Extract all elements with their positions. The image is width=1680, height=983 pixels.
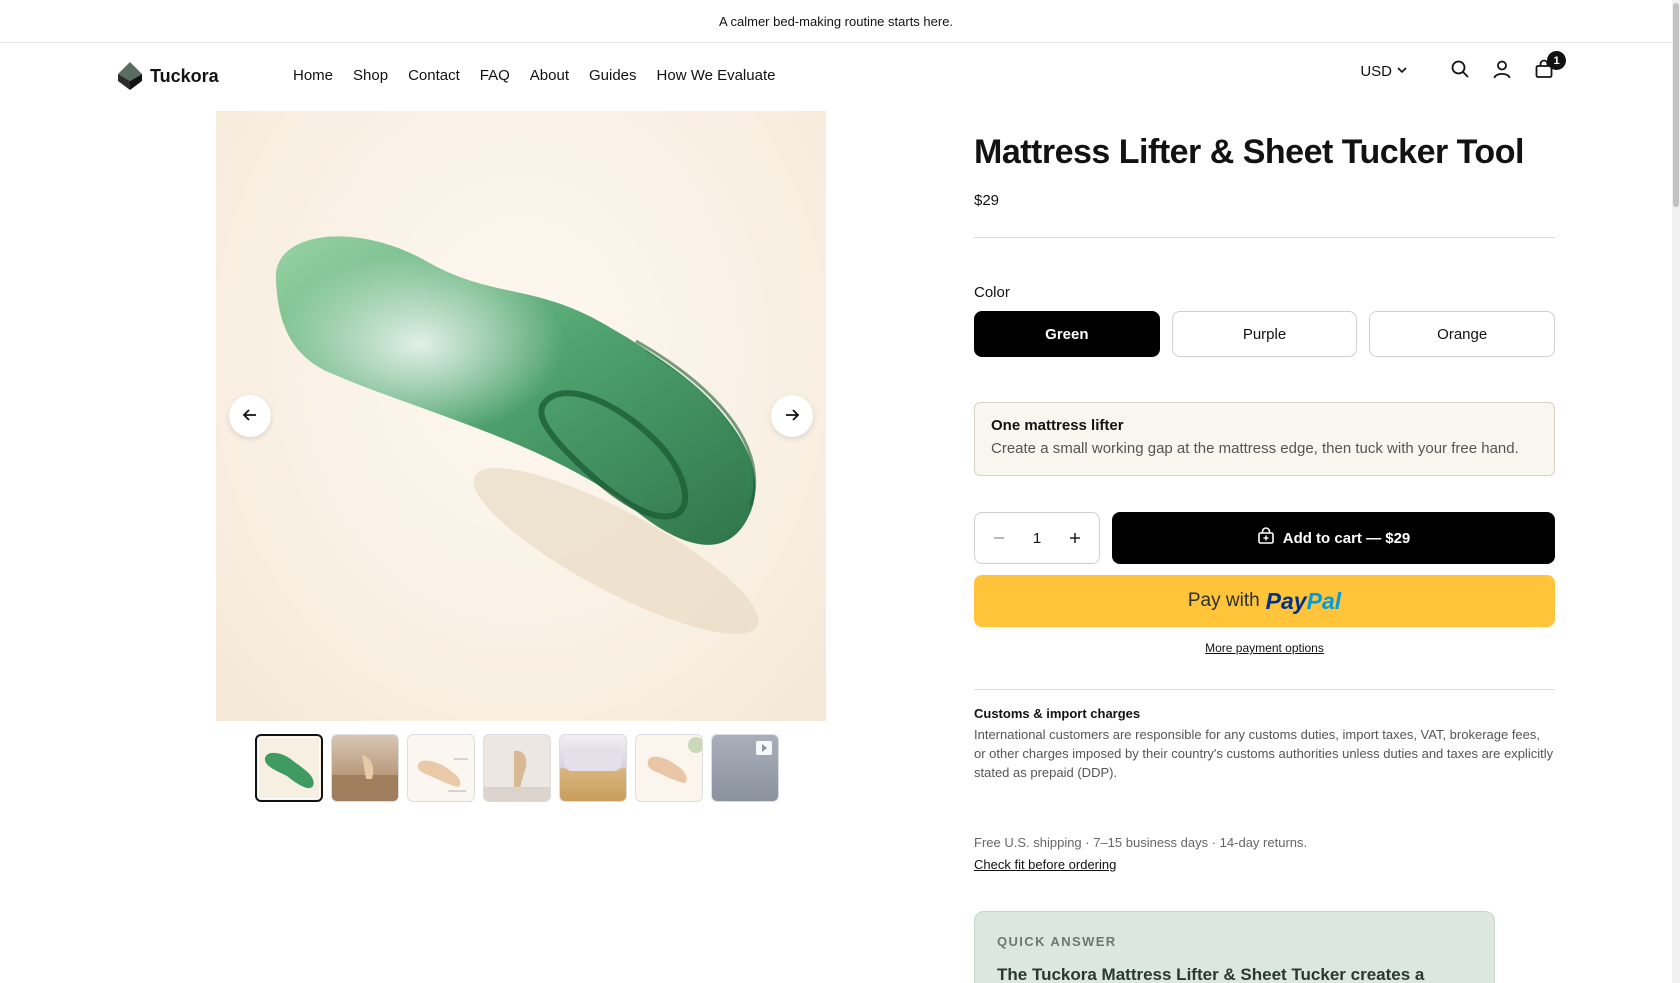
search-icon: [1450, 59, 1470, 84]
scrollbar-thumb[interactable]: [1673, 3, 1679, 207]
divider: [974, 689, 1555, 690]
add-to-cart-label: Add to cart — $29: [1282, 529, 1411, 547]
product-info: Mattress Lifter & Sheet Tucker Tool $29 …: [974, 111, 1556, 874]
minus-icon: [994, 537, 1004, 539]
quick-answer-heading: The Tuckora Mattress Lifter & Sheet Tuck…: [997, 965, 1425, 983]
gallery-prev-button[interactable]: [229, 395, 271, 437]
thumbnail-3[interactable]: [407, 734, 475, 802]
quantity-decrease-button[interactable]: [989, 528, 1009, 548]
cart-button[interactable]: 1: [1532, 51, 1566, 83]
add-to-cart-button[interactable]: Add to cart — $29: [1112, 512, 1555, 564]
site-header: Tuckora Home Shop Contact FAQ About Guid…: [0, 43, 1672, 111]
arrow-right-icon: [784, 407, 800, 426]
paypal-prefix: Pay with: [1187, 590, 1260, 611]
color-label: Color: [974, 284, 1010, 301]
check-fit-link[interactable]: Check fit before ordering: [974, 857, 1116, 872]
quick-answer-card: QUICK ANSWER The Tuckora Mattress Lifter…: [974, 911, 1495, 983]
thumbnail-1[interactable]: [255, 734, 323, 802]
paypal-button[interactable]: Pay with PayPal: [974, 575, 1555, 627]
color-option-purple[interactable]: Purple: [1171, 311, 1358, 357]
logo-icon: [116, 61, 144, 91]
variant-description-box: One mattress lifter Create a small worki…: [974, 402, 1555, 476]
nav-faq[interactable]: FAQ: [480, 67, 510, 84]
main-nav: Home Shop Contact FAQ About Guides How W…: [293, 67, 775, 84]
cart-count-badge: 1: [1547, 51, 1566, 70]
search-button[interactable]: [1448, 59, 1472, 83]
video-play-icon: [756, 741, 772, 760]
announcement-text: A calmer bed-making routine starts here.: [718, 13, 954, 29]
thumbnail-5[interactable]: [559, 734, 627, 802]
product-main-image[interactable]: [216, 111, 826, 721]
currency-selector[interactable]: USD: [1360, 63, 1408, 80]
variant-title: One mattress lifter: [991, 417, 1124, 434]
thumbnail-2[interactable]: [331, 734, 399, 802]
user-icon: [1492, 59, 1512, 84]
color-options: Green Purple Orange: [974, 311, 1556, 357]
logo-text: Tuckora: [150, 65, 219, 86]
bag-plus-icon: [1257, 527, 1275, 549]
shipping-info: Free U.S. shipping · 7–15 business days …: [974, 835, 1308, 850]
announcement-bar: A calmer bed-making routine starts here.: [0, 0, 1672, 43]
buy-row: 1 Add to cart — $29: [974, 512, 1555, 564]
nav-about[interactable]: About: [530, 67, 569, 84]
variant-description: Create a small working gap at the mattre…: [991, 440, 1519, 457]
customs-text: International customers are responsible …: [974, 727, 1554, 780]
logo[interactable]: Tuckora: [116, 61, 219, 91]
product-title: Mattress Lifter & Sheet Tucker Tool: [974, 133, 1524, 171]
chevron-down-icon: [1396, 63, 1408, 80]
color-option-green[interactable]: Green: [974, 311, 1160, 357]
divider: [974, 237, 1555, 238]
thumbnail-4[interactable]: [483, 734, 551, 802]
page-scrollbar[interactable]: [1672, 0, 1680, 983]
more-payment-options-link[interactable]: More payment options: [974, 641, 1555, 655]
nav-home[interactable]: Home: [293, 67, 333, 84]
nav-guides[interactable]: Guides: [589, 67, 637, 84]
arrow-left-icon: [242, 407, 258, 426]
nav-shop[interactable]: Shop: [353, 67, 388, 84]
currency-label: USD: [1360, 62, 1392, 80]
account-button[interactable]: [1490, 59, 1514, 83]
color-option-orange[interactable]: Orange: [1369, 311, 1556, 357]
thumbnail-7-video[interactable]: [711, 734, 779, 802]
customs-title: Customs & import charges: [974, 706, 1141, 721]
thumbnail-6[interactable]: [635, 734, 703, 802]
paypal-logo: PayPal: [1265, 587, 1342, 614]
header-actions: USD 1: [1360, 51, 1566, 83]
quantity-value[interactable]: 1: [1033, 530, 1041, 547]
quick-answer-label: QUICK ANSWER: [997, 934, 1117, 949]
quantity-increase-button[interactable]: [1065, 528, 1085, 548]
plus-icon: [1070, 533, 1080, 543]
nav-contact[interactable]: Contact: [408, 67, 460, 84]
product-image-mattress-lifter: [275, 236, 759, 635]
thumbnail-strip: [255, 734, 779, 802]
gallery-next-button[interactable]: [771, 395, 813, 437]
product-price: $29: [974, 192, 1000, 209]
nav-how-we-evaluate[interactable]: How We Evaluate: [657, 67, 776, 84]
quantity-stepper: 1: [974, 512, 1100, 564]
